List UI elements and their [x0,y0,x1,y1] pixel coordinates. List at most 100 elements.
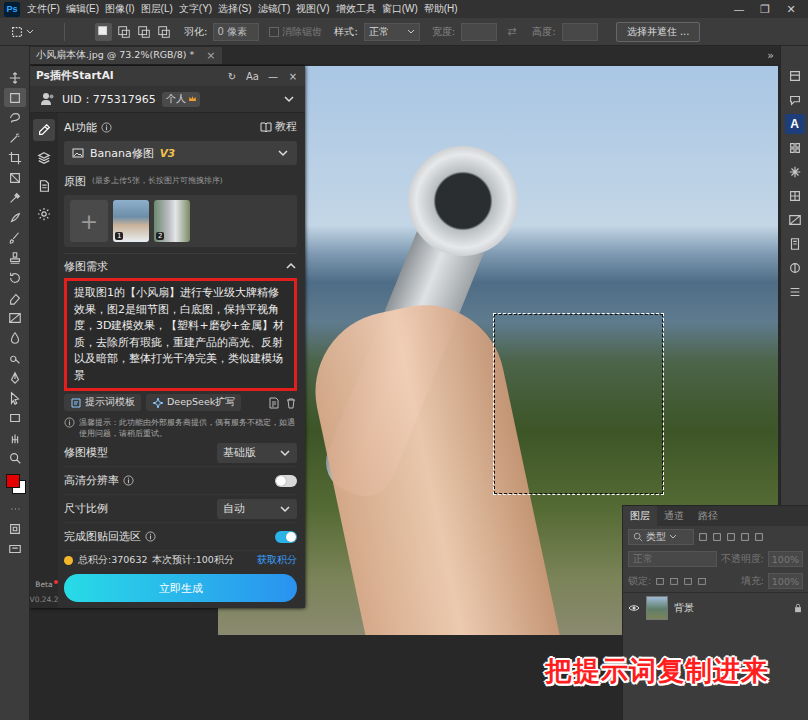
prompt-header[interactable]: 修图需求 [64,253,297,276]
source-thumbnail[interactable]: 2 [154,200,190,242]
selection-mode-button[interactable] [155,23,172,41]
window-control[interactable]: ✕ [778,3,804,16]
header-button[interactable]: Aa [246,71,259,82]
filter-icon[interactable] [698,532,708,542]
filter-icon[interactable] [712,532,722,542]
layer-row[interactable]: 背景 [623,592,808,623]
selection-mode-button[interactable] [115,23,132,41]
menu-item[interactable]: 选择(S) [215,2,254,16]
dock-button[interactable] [785,138,805,158]
antialias-checkbox[interactable]: 消除锯齿 [269,25,322,39]
menu-item[interactable]: 图层(L) [138,2,176,16]
tool-button[interactable] [4,88,26,107]
window-control[interactable]: — [726,3,752,16]
menu-item[interactable]: 滤镜(T) [255,2,294,16]
add-image-button[interactable]: + [70,200,108,242]
info-icon[interactable] [145,531,156,542]
menu-item[interactable]: 窗口(W) [379,2,421,16]
fill-field[interactable]: 100% [768,573,803,589]
source-thumbnail[interactable]: 1 [113,200,149,242]
menu-item[interactable]: 文件(F) [24,2,63,16]
tool-button[interactable] [4,539,26,558]
tool-button[interactable] [4,288,26,307]
filter-icon[interactable] [726,532,736,542]
tool-preset[interactable] [6,25,38,39]
nav-item[interactable] [33,175,55,197]
tool-button[interactable] [4,448,26,467]
header-button[interactable]: ↻ [226,71,238,82]
window-control[interactable]: ❐ [752,3,778,16]
dock-button[interactable] [785,234,805,254]
tool-button[interactable] [4,308,26,327]
tool-button[interactable] [4,108,26,127]
tool-button[interactable] [4,268,26,287]
setting-toggle[interactable] [275,475,297,487]
prompt-textarea[interactable]: 提取图1的【小风扇】进行专业级大牌精修效果，图2是细节图，白底图，保持平视角度，… [64,278,297,391]
nav-item[interactable] [33,147,55,169]
prompt-action-button[interactable]: 提示词模板 [64,394,141,411]
lock-option-icon[interactable] [697,576,707,586]
layer-filter-select[interactable]: 类型 [628,529,694,545]
generate-button[interactable]: 立即生成 [64,574,297,602]
lock-option-icon[interactable] [683,576,693,586]
filter-icon[interactable] [740,532,750,542]
get-points-link[interactable]: 获取积分 [257,554,297,567]
header-button[interactable]: × [287,71,299,82]
lock-option-icon[interactable] [655,576,665,586]
setting-select[interactable]: 基础版 [217,443,297,463]
tool-button[interactable] [4,328,26,347]
dock-button[interactable] [785,162,805,182]
info-icon[interactable] [101,122,112,133]
opacity-field[interactable]: 100% [768,551,803,567]
tool-button[interactable] [4,248,26,267]
menu-item[interactable]: 图像(I) [102,2,137,16]
app-logo[interactable]: Ps [4,2,20,17]
color-swatch[interactable] [6,474,20,488]
tool-button[interactable] [4,168,26,187]
nav-item[interactable] [33,119,55,141]
menu-item[interactable]: 帮助(H) [421,2,461,16]
blend-mode-select[interactable]: 正常 [628,551,717,567]
tutorial-link[interactable]: 教程 [260,120,297,134]
ai-function-select[interactable]: Banana修图 V3 [64,141,297,165]
tool-button[interactable] [4,188,26,207]
tool-button[interactable] [4,388,26,407]
tool-button[interactable] [4,148,26,167]
setting-select[interactable]: 自动 [217,499,297,519]
menu-item[interactable]: 文字(Y) [176,2,215,16]
chevron-down-icon[interactable] [283,93,295,105]
width-field[interactable] [461,23,497,41]
menu-item[interactable]: 视图(V) [293,2,332,16]
dock-button[interactable] [785,210,805,230]
filter-icon[interactable] [754,532,764,542]
panel-tab[interactable]: 图层 [623,506,657,526]
tool-button[interactable] [4,428,26,447]
menu-item[interactable]: 编辑(E) [63,2,102,16]
tool-button[interactable] [4,228,26,247]
menu-item[interactable]: 增效工具 [333,2,379,16]
tool-button[interactable] [4,368,26,387]
tool-button[interactable] [4,499,26,518]
lock-option-icon[interactable] [669,576,679,586]
dock-button[interactable] [785,282,805,302]
dock-button[interactable] [785,258,805,278]
selection-mode-button[interactable] [95,23,112,41]
tab-close-button[interactable]: × [206,49,215,62]
height-field[interactable] [562,23,598,41]
header-button[interactable]: — [267,71,279,82]
dock-button[interactable] [785,66,805,86]
selection-marquee[interactable] [493,313,664,495]
tool-button[interactable] [4,208,26,227]
tab-overflow-button[interactable]: » [761,49,780,62]
info-icon[interactable] [123,475,134,486]
tool-button[interactable] [4,408,26,427]
dock-button[interactable] [785,90,805,110]
style-select[interactable]: 正常 [364,23,420,41]
nav-item[interactable] [33,203,55,225]
dock-button[interactable] [785,186,805,206]
feather-field[interactable]: 0 像素 [213,23,259,41]
dock-button[interactable]: A [785,114,805,134]
setting-toggle[interactable] [275,531,297,543]
color-swatches[interactable] [4,472,26,494]
tool-button[interactable] [4,348,26,367]
